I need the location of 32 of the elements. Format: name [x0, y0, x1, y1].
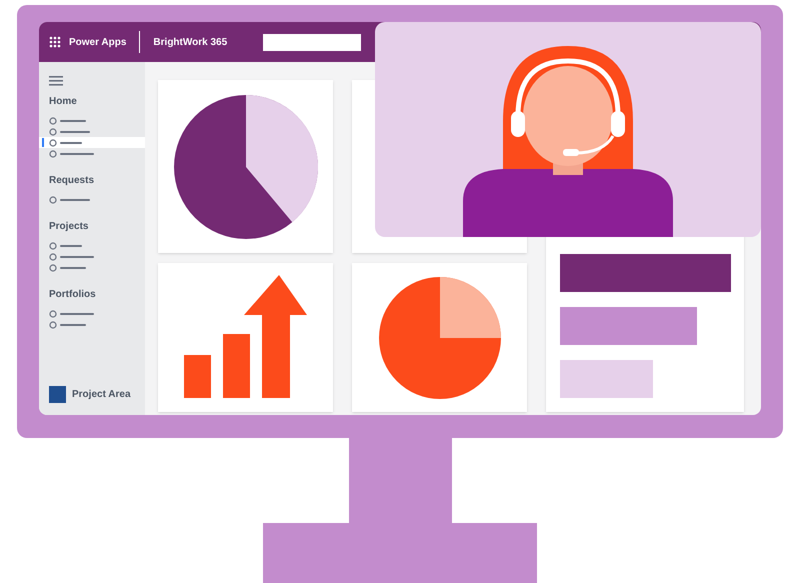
- circle-icon: [49, 264, 57, 272]
- app-name: Power Apps: [69, 36, 126, 50]
- circle-icon: [49, 138, 57, 146]
- placeholder-line: [60, 198, 90, 200]
- placeholder-line: [60, 130, 90, 132]
- menu-icon[interactable]: [49, 76, 63, 86]
- project-area-label[interactable]: Project Area: [72, 387, 131, 402]
- placeholder-line: [60, 244, 82, 246]
- circle-icon: [49, 128, 57, 136]
- sidebar-section-title[interactable]: Projects: [49, 219, 88, 234]
- circle-icon: [49, 320, 57, 328]
- placeholder-line: [60, 266, 86, 268]
- search-field[interactable]: [263, 34, 362, 50]
- app-grid-icon[interactable]: [49, 36, 61, 48]
- placeholder-line: [60, 152, 94, 154]
- placeholder-line: [60, 120, 86, 122]
- circle-icon: [49, 150, 57, 158]
- placeholder-line: [60, 256, 94, 258]
- circle-icon: [49, 116, 57, 124]
- circle-icon: [49, 196, 57, 204]
- placeholder-line: [60, 142, 82, 144]
- sidebar-section-title[interactable]: Home: [49, 94, 77, 109]
- circle-icon: [49, 252, 57, 260]
- project-area-icon: [49, 386, 66, 404]
- placeholder-line: [60, 312, 94, 314]
- placeholder-line: [60, 324, 86, 326]
- circle-icon: [49, 242, 57, 250]
- sidebar-section-title[interactable]: Requests: [49, 173, 94, 188]
- circle-icon: [49, 310, 57, 318]
- sidebar-section-title[interactable]: Portfolios: [49, 287, 96, 302]
- site-name: BrightWork 365: [153, 36, 228, 50]
- sidebar-item[interactable]: [39, 137, 145, 148]
